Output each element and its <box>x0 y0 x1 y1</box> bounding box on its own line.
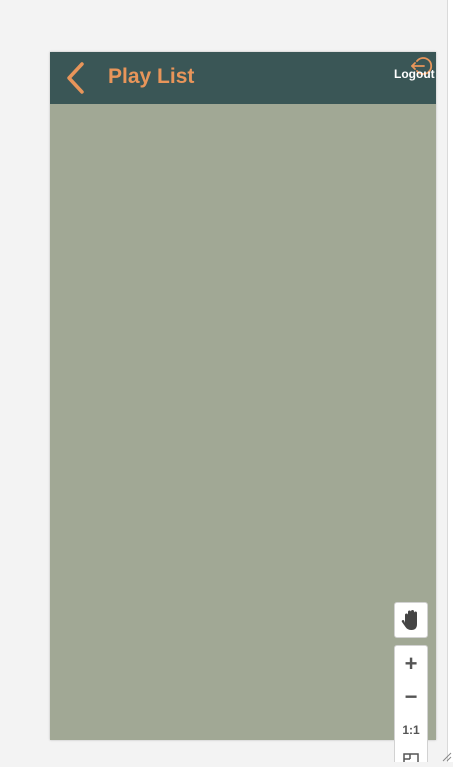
fit-screen-button[interactable] <box>395 746 427 767</box>
zoom-out-button[interactable]: − <box>395 681 427 713</box>
pan-tool-button[interactable] <box>394 602 428 638</box>
zoom-in-button[interactable]: + <box>395 648 427 680</box>
phone-preview: Play List Logout <box>50 52 436 740</box>
back-button[interactable] <box>60 60 94 96</box>
logout-label: Logout <box>394 67 435 81</box>
zoom-controls: + − 1:1 <box>394 645 428 767</box>
playlist-content-area <box>50 104 436 740</box>
page-title: Play List <box>108 65 195 88</box>
actual-size-button[interactable]: 1:1 <box>395 714 427 746</box>
window-edge <box>447 0 453 762</box>
logout-button[interactable]: Logout <box>388 54 436 84</box>
app-header: Play List Logout <box>50 52 436 104</box>
resize-grip-icon[interactable] <box>440 750 452 762</box>
hand-icon <box>401 610 417 630</box>
chevron-left-icon <box>67 62 84 94</box>
fit-screen-icon <box>403 753 419 767</box>
